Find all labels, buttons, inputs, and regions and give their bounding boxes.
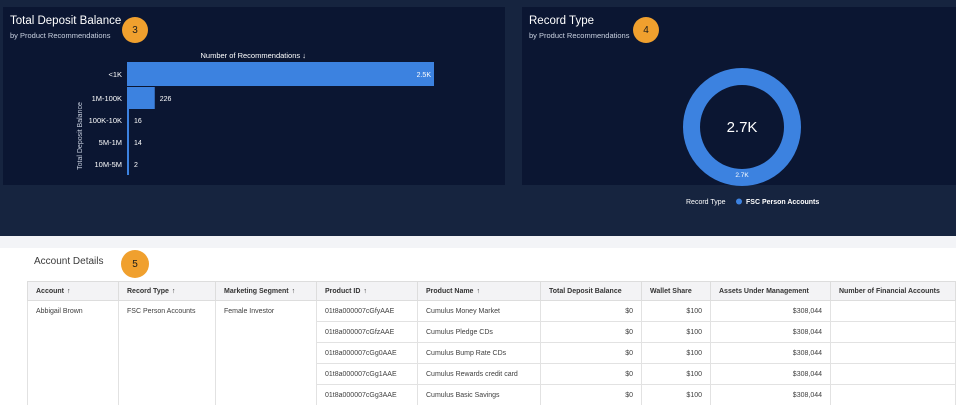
bar-value-label: 2.5K [417,72,432,79]
cell-product-name: Cumulus Basic Savings [417,384,541,405]
sort-arrow-icon[interactable]: ↑ [67,288,71,295]
donut-center-total: 2.7K [727,119,758,136]
bar-value-label: 2 [134,162,138,169]
bar-100k-10k[interactable] [127,109,129,131]
bar-value-label: 16 [134,118,142,125]
cell-product-id: 01t8a000007cGfyAAE [316,300,418,322]
cell-aum: $308,044 [710,300,831,322]
cell-product-id: 01t8a000007cGg1AAE [316,363,418,385]
cell-wallet: $100 [641,300,711,322]
sort-arrow-icon[interactable]: ↑ [172,288,176,295]
cell-record-type: FSC Person Accounts [118,300,216,405]
column-header-assets-under-management[interactable]: Assets Under Management [710,281,831,301]
column-label: Number of Financial Accounts [839,287,940,295]
record-type-donut-chart: 2.7K 2.7K Record Type FSC Person Accounts [683,68,819,206]
column-header-number-of-financial-accounts[interactable]: Number of Financial Accounts [830,281,956,301]
category-label: 1M-100K [92,94,122,103]
cell-fin-accounts [830,342,956,364]
account-details-section: Account Details 5 Account ↑ Record Type ↑ … [0,236,956,405]
bar-value-label: 14 [134,140,142,147]
account-details-title: Account Details [34,256,104,267]
cell-product-name: Cumulus Rewards credit card [417,363,541,385]
cell-marketing-segment: Female Investor [215,300,317,405]
legend-swatch [736,198,742,205]
cell-product-id: 01t8a000007cGg3AAE [316,384,418,405]
bar--1k[interactable] [127,62,434,86]
sort-arrow-icon[interactable]: ↑ [363,288,367,295]
cell-wallet: $100 [641,321,711,343]
table-header-row: Account ↑ Record Type ↑ Marketing Segment ↑… [27,281,956,301]
bar-10m-5m[interactable] [127,153,129,175]
deposit-balance-panel[interactable]: Total Deposit Balance by Product Recomme… [3,7,505,185]
cell-wallet: $100 [641,384,711,405]
legend-entry[interactable]: FSC Person Accounts [746,199,819,206]
column-label: Product ID [325,287,361,295]
x-axis-title: Number of Recommendations ↓ [201,51,306,60]
account-details-table: Account ↑ Record Type ↑ Marketing Segment ↑… [27,281,956,405]
column-label: Total Deposit Balance [549,287,622,295]
column-header-wallet-share[interactable]: Wallet Share [641,281,711,301]
column-label: Account [36,287,64,295]
bar-1m-100k[interactable] [127,87,155,109]
dashboard: Total Deposit Balance by Product Recomme… [0,0,956,405]
cell-aum: $308,044 [710,342,831,364]
cell-product-id: 01t8a000007cGg0AAE [316,342,418,364]
column-label: Marketing Segment [224,287,289,295]
cell-aum: $308,044 [710,321,831,343]
column-header-account[interactable]: Account ↑ [27,281,119,301]
charts-area: Total Deposit Balance by Product Recomme… [0,0,956,236]
column-label: Product Name [426,287,474,295]
cell-deposit: $0 [540,342,642,364]
sort-arrow-icon[interactable]: ↑ [476,288,480,295]
y-axis-title: Total Deposit Balance [77,102,84,170]
cell-deposit: $0 [540,300,642,322]
cell-fin-accounts [830,300,956,322]
record-type-panel[interactable]: Record Type by Product Recommendations 4… [522,7,956,206]
section-divider [0,236,956,248]
category-label: 5M-1M [99,138,122,147]
cell-deposit: $0 [540,321,642,343]
column-label: Record Type [127,287,169,295]
cell-aum: $308,044 [710,363,831,385]
table-body: Abbigail Brown FSC Person Accounts Female … [27,300,956,405]
cell-deposit: $0 [540,363,642,385]
column-label: Wallet Share [650,287,692,295]
column-header-product-id[interactable]: Product ID ↑ [316,281,418,301]
table-row[interactable]: Abbigail Brown FSC Person Accounts Female … [27,300,956,405]
category-label: <1K [108,70,122,79]
column-label: Assets Under Management [719,287,809,295]
cell-product-id: 01t8a000007cGfzAAE [316,321,418,343]
cell-fin-accounts [830,363,956,385]
sort-arrow-icon[interactable]: ↑ [292,288,296,295]
bar-5m-1m[interactable] [127,131,129,153]
step-badge-5: 5 [121,250,149,278]
category-label: 100K-10K [89,116,122,125]
column-header-total-deposit-balance[interactable]: Total Deposit Balance [540,281,642,301]
cell-deposit: $0 [540,384,642,405]
cell-wallet: $100 [641,342,711,364]
column-header-record-type[interactable]: Record Type ↑ [118,281,216,301]
cell-product-name: Cumulus Money Market [417,300,541,322]
cell-wallet: $100 [641,363,711,385]
bar-value-label: 226 [160,96,172,103]
cell-fin-accounts [830,321,956,343]
cell-fin-accounts [830,384,956,405]
column-header-product-name[interactable]: Product Name ↑ [417,281,541,301]
cell-product-name: Cumulus Pledge CDs [417,321,541,343]
slice-value-label: 2.7K [735,172,749,179]
cell-account: Abbigail Brown [27,300,119,405]
cell-aum: $308,044 [710,384,831,405]
column-header-marketing-segment[interactable]: Marketing Segment ↑ [215,281,317,301]
category-label: 10M-5M [94,160,122,169]
deposit-bar-chart: Number of Recommendations ↓ Total Deposit… [77,51,434,175]
cell-product-name: Cumulus Bump Rate CDs [417,342,541,364]
legend-title: Record Type [686,199,726,206]
